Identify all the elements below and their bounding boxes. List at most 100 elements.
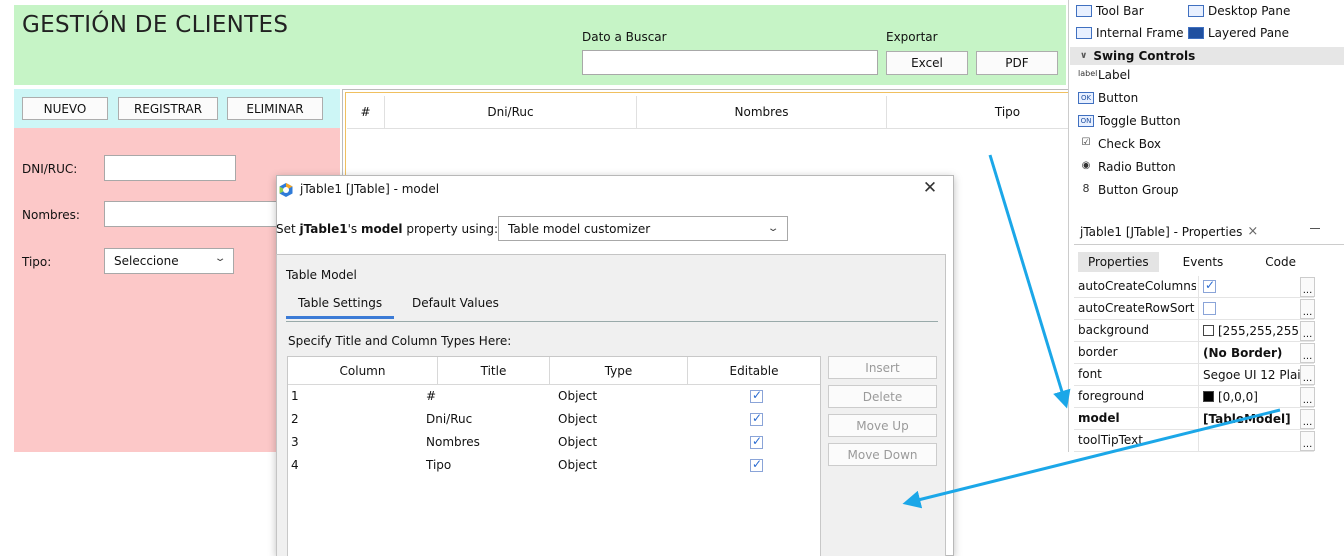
property-value-text: (No Border) bbox=[1203, 345, 1283, 360]
tab-code[interactable]: Code bbox=[1265, 255, 1296, 269]
search-label: Dato a Buscar bbox=[582, 30, 667, 44]
palette-section-swing-controls[interactable]: ∨ Swing Controls bbox=[1070, 47, 1344, 65]
property-editor-button[interactable]: ... bbox=[1300, 321, 1315, 341]
tab-properties[interactable]: Properties bbox=[1078, 252, 1159, 272]
button-icon: OK bbox=[1078, 92, 1094, 104]
property-value[interactable] bbox=[1198, 276, 1314, 297]
editable-checkbox[interactable] bbox=[750, 388, 763, 403]
insert-button[interactable]: Insert bbox=[828, 356, 937, 379]
palette-item-internal-frame[interactable]: Internal Frame bbox=[1076, 26, 1183, 40]
table-header-dni[interactable]: Dni/Ruc bbox=[385, 96, 637, 129]
excel-button[interactable]: Excel bbox=[886, 51, 968, 75]
editable-checkbox[interactable] bbox=[750, 457, 763, 472]
dialog-close-icon[interactable]: ✕ bbox=[920, 178, 940, 198]
palette-item-toolbar[interactable]: Tool Bar bbox=[1076, 4, 1144, 18]
button-group-icon: 8 bbox=[1082, 182, 1090, 195]
tab-events[interactable]: Events bbox=[1183, 255, 1224, 269]
property-row-border[interactable]: border (No Border) bbox=[1074, 342, 1314, 364]
dni-label: DNI/RUC: bbox=[22, 162, 78, 176]
property-value[interactable]: Segoe UI 12 Plain bbox=[1198, 364, 1314, 385]
model-cell-column[interactable]: 3 bbox=[291, 435, 299, 449]
property-row-tooltiptext[interactable]: toolTipText bbox=[1074, 430, 1314, 452]
model-cell-title[interactable]: Nombres bbox=[426, 435, 480, 449]
desktop-pane-icon bbox=[1188, 5, 1204, 17]
col-header-title[interactable]: Title bbox=[438, 357, 550, 385]
property-editor-button[interactable]: ... bbox=[1300, 277, 1315, 297]
tab-table-settings[interactable]: Table Settings bbox=[285, 296, 395, 319]
nuevo-button[interactable]: NUEVO bbox=[22, 97, 108, 120]
dni-field[interactable] bbox=[104, 155, 236, 181]
property-value[interactable]: [TableModel] bbox=[1198, 408, 1314, 429]
toolbar-icon bbox=[1076, 5, 1092, 17]
property-name: background bbox=[1078, 323, 1149, 337]
property-checkbox[interactable] bbox=[1203, 278, 1216, 293]
palette-item-check-box[interactable]: ☑ Check Box bbox=[1078, 137, 1162, 151]
editable-checkbox[interactable] bbox=[750, 434, 763, 449]
col-header-editable[interactable]: Editable bbox=[688, 357, 820, 385]
model-cell-title[interactable]: Tipo bbox=[426, 458, 451, 472]
tab-default-values[interactable]: Default Values bbox=[412, 296, 499, 310]
property-editor-button[interactable]: ... bbox=[1300, 431, 1315, 451]
property-name: foreground bbox=[1078, 389, 1145, 403]
model-cell-type[interactable]: Object bbox=[558, 458, 597, 472]
property-editor-button[interactable]: ... bbox=[1300, 343, 1315, 363]
minimize-icon[interactable] bbox=[1310, 228, 1320, 229]
property-value[interactable]: [255,255,255] bbox=[1198, 320, 1314, 341]
property-value[interactable]: [0,0,0] bbox=[1198, 386, 1314, 407]
palette-item-label[interactable]: label Label bbox=[1078, 68, 1130, 82]
nombres-field[interactable] bbox=[104, 201, 280, 227]
properties-title-tab[interactable]: jTable1 [JTable] - Properties × bbox=[1074, 219, 1344, 245]
col-header-column[interactable]: Column bbox=[288, 357, 438, 385]
registrar-button[interactable]: REGISTRAR bbox=[118, 97, 218, 120]
palette-item-layered-pane[interactable]: Layered Pane bbox=[1188, 26, 1289, 40]
model-cell-type[interactable]: Object bbox=[558, 412, 597, 426]
close-icon[interactable]: × bbox=[1247, 224, 1258, 239]
search-input[interactable] bbox=[582, 50, 878, 75]
property-value[interactable] bbox=[1198, 430, 1314, 451]
property-editor-button[interactable]: ... bbox=[1300, 409, 1315, 429]
move-up-button[interactable]: Move Up bbox=[828, 414, 937, 437]
property-row-background[interactable]: background [255,255,255] bbox=[1074, 320, 1314, 342]
editable-checkbox[interactable] bbox=[750, 411, 763, 426]
model-cell-title[interactable]: Dni/Ruc bbox=[426, 412, 472, 426]
model-cell-column[interactable]: 2 bbox=[291, 412, 299, 426]
delete-button[interactable]: Delete bbox=[828, 385, 937, 408]
customizer-select[interactable]: Table model customizer ⌄ bbox=[498, 216, 788, 241]
radio-button-icon: ◉ bbox=[1081, 160, 1091, 171]
model-cell-column[interactable]: 4 bbox=[291, 458, 299, 472]
dialog-title: jTable1 [JTable] - model bbox=[300, 182, 440, 196]
palette-item-desktop-pane[interactable]: Desktop Pane bbox=[1188, 4, 1290, 18]
palette-item-toggle-button[interactable]: ON Toggle Button bbox=[1078, 114, 1181, 128]
color-swatch bbox=[1203, 391, 1214, 402]
tipo-select[interactable]: Seleccione ⌄ bbox=[104, 248, 234, 274]
columns-table[interactable] bbox=[287, 356, 821, 556]
property-row-autocreatecolumns[interactable]: autoCreateColumns bbox=[1074, 276, 1314, 298]
palette-item-button-group[interactable]: 8 Button Group bbox=[1078, 183, 1179, 197]
palette-item-button[interactable]: OK Button bbox=[1078, 91, 1138, 105]
property-row-foreground[interactable]: foreground [0,0,0] bbox=[1074, 386, 1314, 408]
property-value[interactable]: (No Border) bbox=[1198, 342, 1314, 363]
model-cell-type[interactable]: Object bbox=[558, 389, 597, 403]
palette-item-radio-button[interactable]: ◉ Radio Button bbox=[1078, 160, 1176, 174]
property-editor-button[interactable]: ... bbox=[1300, 299, 1315, 319]
col-header-type[interactable]: Type bbox=[550, 357, 688, 385]
property-name: autoCreateRowSort bbox=[1078, 301, 1195, 315]
property-row-autocreaterowsort[interactable]: autoCreateRowSort bbox=[1074, 298, 1314, 320]
pdf-button[interactable]: PDF bbox=[976, 51, 1058, 75]
property-editor-button[interactable]: ... bbox=[1300, 365, 1315, 385]
model-cell-column[interactable]: 1 bbox=[291, 389, 299, 403]
property-checkbox[interactable] bbox=[1203, 302, 1216, 315]
table-header-nombres[interactable]: Nombres bbox=[637, 96, 887, 129]
table-header-tipo[interactable]: Tipo bbox=[887, 96, 1068, 129]
nombres-label: Nombres: bbox=[22, 208, 80, 222]
property-editor-button[interactable]: ... bbox=[1300, 387, 1315, 407]
property-row-model[interactable]: model [TableModel] bbox=[1074, 408, 1314, 430]
property-row-font[interactable]: font Segoe UI 12 Plain bbox=[1074, 364, 1314, 386]
color-swatch bbox=[1203, 325, 1214, 336]
model-cell-title[interactable]: # bbox=[426, 389, 436, 403]
table-header-num[interactable]: # bbox=[347, 96, 385, 129]
move-down-button[interactable]: Move Down bbox=[828, 443, 937, 466]
eliminar-button[interactable]: ELIMINAR bbox=[227, 97, 323, 120]
model-cell-type[interactable]: Object bbox=[558, 435, 597, 449]
property-value[interactable] bbox=[1198, 298, 1314, 319]
